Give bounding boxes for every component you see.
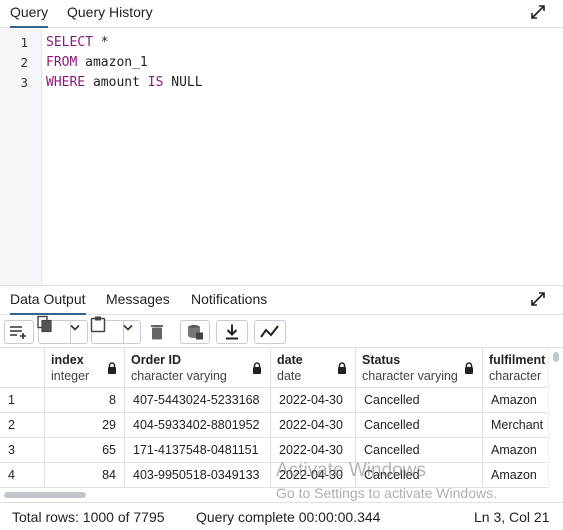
download-button[interactable]: [216, 320, 248, 344]
row-number-header: [0, 348, 45, 388]
line-number: 1: [20, 35, 28, 50]
table-cell[interactable]: 2022-04-30: [271, 413, 356, 438]
row-number[interactable]: 2: [0, 413, 45, 438]
table-cell[interactable]: 407-5443024-5233168: [125, 388, 271, 413]
sql-text: *: [92, 35, 109, 50]
line-number: 3: [20, 75, 28, 90]
data-toolbar: [0, 315, 563, 348]
column-name: index: [51, 353, 84, 367]
tab-query[interactable]: Query: [10, 0, 49, 28]
expand-icon[interactable]: [530, 291, 548, 309]
watermark-subtitle: Go to Settings to activate Windows.: [276, 485, 497, 501]
code-line: SELECT *: [46, 35, 109, 50]
tab-messages[interactable]: Messages: [106, 286, 170, 315]
lock-icon: [465, 362, 473, 374]
save-data-button[interactable]: [180, 320, 210, 344]
table-cell[interactable]: 84: [45, 463, 125, 488]
sql-text: NULL: [163, 75, 203, 90]
column-header-date[interactable]: date date: [271, 348, 356, 388]
column-header-index[interactable]: index integer: [45, 348, 125, 388]
column-type: date: [277, 369, 302, 383]
column-name: date: [277, 353, 303, 367]
column-type: character varying: [131, 369, 227, 383]
column-name: Status: [362, 353, 401, 367]
column-header-order-id[interactable]: Order ID character varying: [125, 348, 271, 388]
sql-text: amazon_1: [77, 55, 148, 70]
table-cell[interactable]: 29: [45, 413, 125, 438]
scrollbar-thumb[interactable]: [4, 492, 86, 498]
table-cell[interactable]: Cancelled: [356, 413, 483, 438]
add-row-button[interactable]: [4, 320, 34, 344]
lock-icon: [108, 362, 116, 374]
column-name: Order ID: [131, 353, 182, 367]
sql-keyword: IS: [147, 75, 164, 90]
table-cell[interactable]: 171-4137548-0481151: [125, 438, 271, 463]
query-status-text: Query complete 00:00:00.344: [196, 509, 381, 525]
expand-icon[interactable]: [530, 4, 548, 22]
lock-icon: [338, 362, 346, 374]
column-name: fulfilment: [489, 353, 546, 367]
code-line: WHERE amount IS NULL: [46, 75, 203, 90]
table-cell[interactable]: Amazon: [483, 388, 548, 413]
paste-button[interactable]: [90, 316, 141, 344]
tab-notifications[interactable]: Notifications: [191, 286, 267, 315]
sql-editor[interactable]: 1 2 3 SELECT * FROM amazon_1 WHERE amoun…: [0, 29, 563, 285]
row-number[interactable]: 3: [0, 438, 45, 463]
code-line: FROM amazon_1: [46, 55, 148, 70]
graph-visualiser-button[interactable]: [254, 320, 286, 344]
tab-data-output[interactable]: Data Output: [10, 286, 86, 315]
table-cell[interactable]: 404-5933402-8801952: [125, 413, 271, 438]
cursor-position-text: Ln 3, Col 21: [474, 509, 550, 525]
table-cell[interactable]: 403-9950518-0349133: [125, 463, 271, 488]
line-number-gutter: 1 2 3: [0, 29, 42, 285]
column-type: integer: [51, 369, 90, 383]
column-type: character varying: [362, 369, 458, 383]
row-number[interactable]: 4: [0, 463, 45, 488]
column-header-fulfilment[interactable]: fulfilment character: [483, 348, 548, 388]
table-cell[interactable]: 65: [45, 438, 125, 463]
chevron-down-icon[interactable]: [123, 321, 141, 343]
tab-query-history[interactable]: Query History: [67, 0, 153, 28]
output-tab-bar: Data Output Messages Notifications: [0, 285, 563, 315]
delete-button[interactable]: [144, 320, 170, 344]
column-type: character: [489, 369, 542, 383]
scrollbar-thumb[interactable]: [553, 352, 559, 362]
status-bar: Total rows: 1000 of 7795 Query complete …: [0, 502, 563, 530]
table-cell[interactable]: 8: [45, 388, 125, 413]
query-tab-bar: Query Query History: [0, 0, 563, 28]
vertical-scrollbar[interactable]: [548, 348, 563, 488]
chevron-down-icon[interactable]: [70, 321, 88, 343]
table-cell[interactable]: Cancelled: [356, 388, 483, 413]
sql-keyword: FROM: [46, 55, 78, 70]
sql-keyword: SELECT: [46, 35, 93, 50]
watermark-title: Activate Windows: [276, 460, 426, 481]
line-number: 2: [20, 55, 28, 70]
row-number[interactable]: 1: [0, 388, 45, 413]
sql-text: amount: [85, 75, 148, 90]
lock-icon: [253, 362, 261, 374]
total-rows-text: Total rows: 1000 of 7795: [12, 509, 165, 525]
column-header-status[interactable]: Status character varying: [356, 348, 483, 388]
data-grid: index integer Order ID character varying…: [0, 348, 548, 488]
copy-button[interactable]: [37, 315, 88, 344]
sql-keyword: WHERE: [46, 75, 86, 90]
table-cell[interactable]: Merchant: [483, 413, 548, 438]
table-cell[interactable]: Amazon: [483, 438, 548, 463]
table-cell[interactable]: 2022-04-30: [271, 388, 356, 413]
